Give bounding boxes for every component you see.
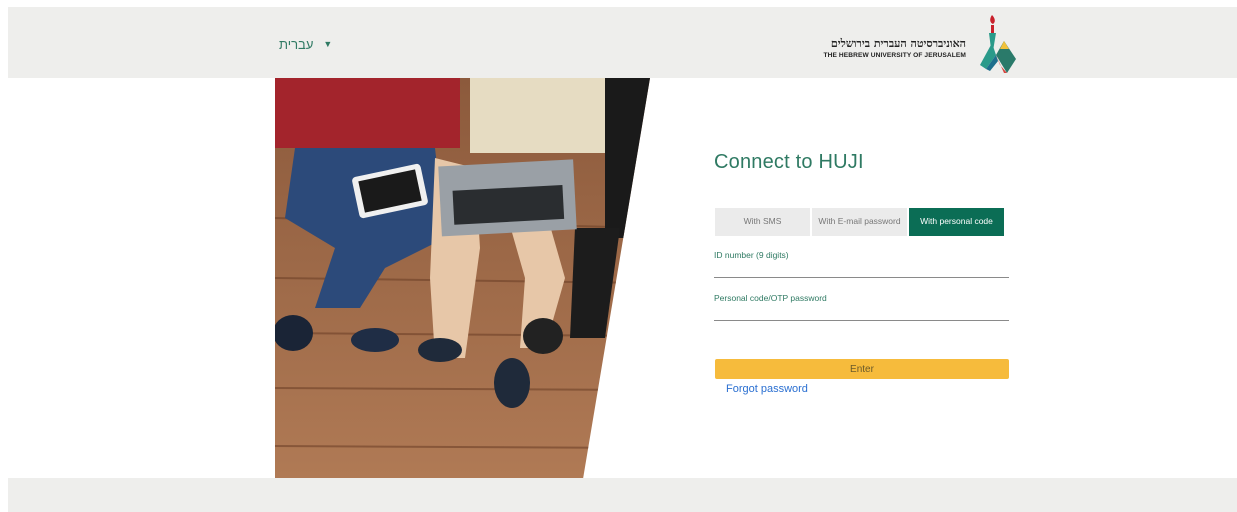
site-footer xyxy=(8,478,1237,512)
forgot-password-link[interactable]: Forgot password xyxy=(726,383,808,395)
personal-code-label: Personal code/OTP password xyxy=(714,293,827,303)
university-logo-icon xyxy=(980,15,1016,73)
id-number-input[interactable] xyxy=(714,260,1009,278)
logo-hebrew: האוניברסיטה העברית בירושלים xyxy=(830,37,966,50)
site-header: עברית ▼ האוניברסיטה העברית בירושלים THE … xyxy=(8,7,1237,78)
tab-personal-code[interactable]: With personal code xyxy=(909,208,1004,236)
enter-button[interactable]: Enter xyxy=(715,359,1009,379)
tab-email-password[interactable]: With E-mail password xyxy=(812,208,907,236)
logo-text: האוניברסיטה העברית בירושלים THE HEBREW U… xyxy=(798,37,967,60)
language-label: עברית xyxy=(279,36,314,52)
page-title: Connect to HUJI xyxy=(714,151,864,173)
hero-photo xyxy=(275,78,650,479)
logo-english: THE HEBREW UNIVERSITY OF JERUSALEM xyxy=(823,52,966,60)
language-selector[interactable]: עברית ▼ xyxy=(279,34,332,54)
personal-code-input[interactable] xyxy=(714,303,1009,321)
tab-sms[interactable]: With SMS xyxy=(715,208,810,236)
chevron-down-icon: ▼ xyxy=(323,39,333,49)
login-method-tabs: With SMS With E-mail password With perso… xyxy=(715,208,1005,236)
id-number-label: ID number (9 digits) xyxy=(714,250,789,260)
